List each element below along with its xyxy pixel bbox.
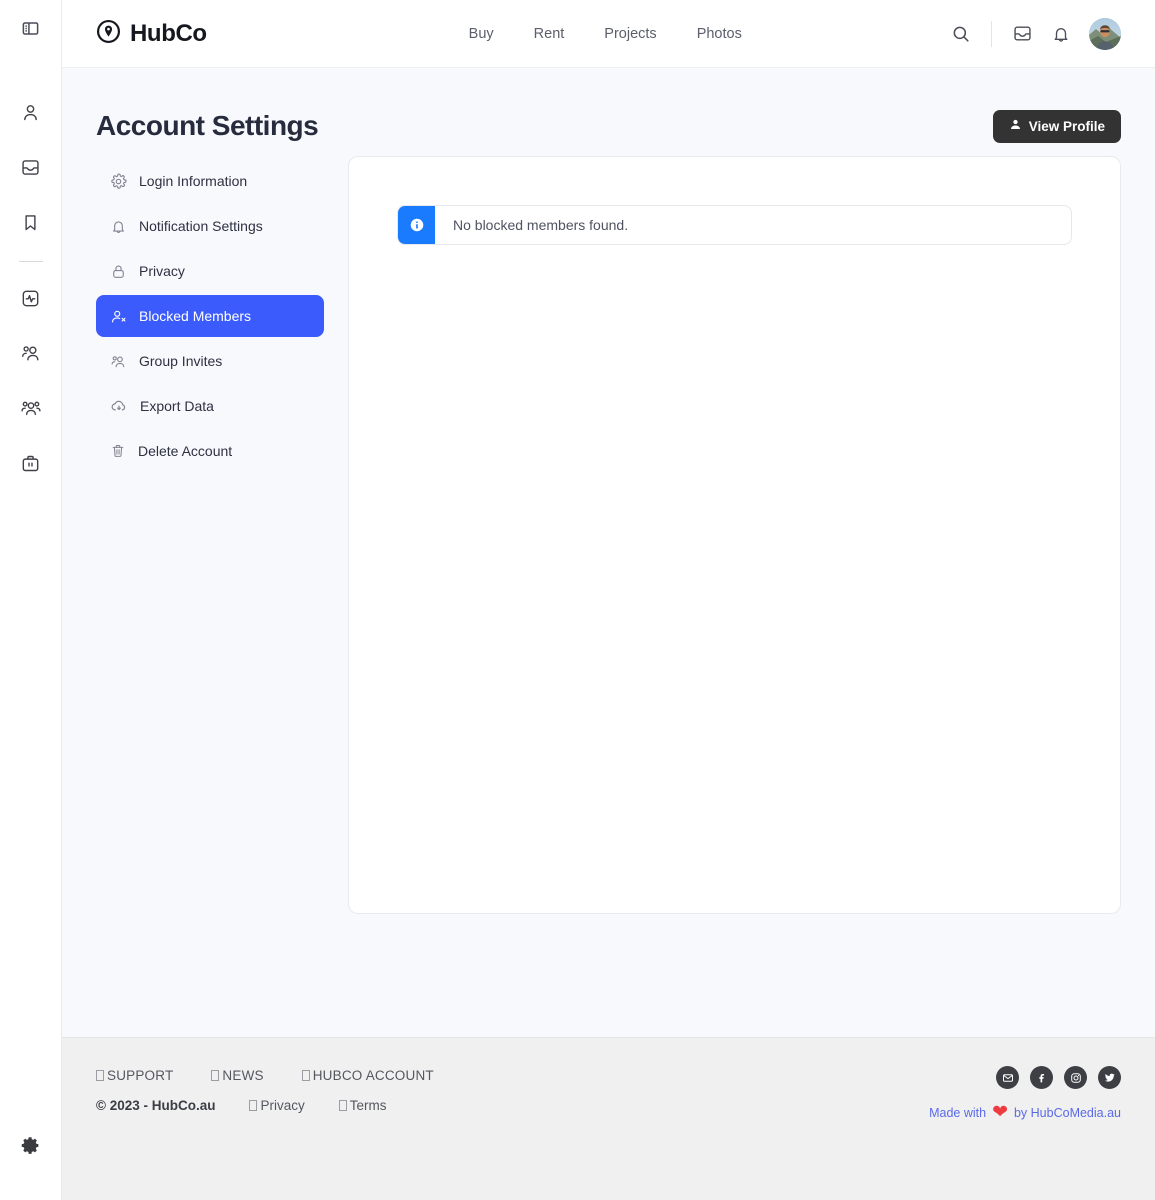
sidebar-item-group-invites[interactable]: Group Invites: [96, 340, 324, 382]
app-root: HubCo Buy Rent Projects Photos Account S…: [0, 0, 1155, 1200]
facebook-icon[interactable]: [1030, 1066, 1053, 1089]
rail-footer: [9, 1123, 53, 1200]
location-pin-icon: [96, 19, 121, 49]
box-glyph-icon: [301, 1070, 310, 1081]
icon-rail: [0, 0, 62, 1200]
box-glyph-icon: [249, 1100, 258, 1111]
footer-link-news[interactable]: NEWS: [211, 1068, 264, 1083]
gear-icon[interactable]: [9, 1123, 53, 1167]
settings-body: Login Information Notification Settings: [96, 156, 1121, 914]
sidebar-item-label: Group Invites: [139, 353, 223, 369]
nav-link-rent[interactable]: Rent: [534, 26, 565, 42]
sidebar-item-label: Notification Settings: [139, 218, 263, 234]
people-pair-icon[interactable]: [9, 331, 53, 375]
page-footer: SUPPORT NEWS HUBCO ACCOUNT © 2023 - HubC…: [62, 1037, 1155, 1200]
main-column: HubCo Buy Rent Projects Photos Account S…: [62, 0, 1155, 1200]
alert-message: No blocked members found.: [453, 217, 629, 233]
box-glyph-icon: [338, 1100, 347, 1111]
brand-name: HubCo: [130, 19, 207, 47]
footer-link-terms[interactable]: Terms: [338, 1098, 387, 1113]
box-glyph-icon: [96, 1070, 104, 1081]
made-with-credit: Made with ❤ by HubCoMedia.au: [929, 1103, 1121, 1122]
email-icon[interactable]: [996, 1066, 1019, 1089]
trash-icon: [110, 443, 126, 459]
view-profile-button[interactable]: View Profile: [992, 109, 1121, 143]
briefcase-icon[interactable]: [9, 441, 53, 485]
person-icon: [1009, 118, 1022, 134]
people-group-icon[interactable]: [9, 386, 53, 430]
top-header: HubCo Buy Rent Projects Photos: [62, 0, 1155, 68]
activity-icon[interactable]: [9, 276, 53, 320]
settings-nav: Login Information Notification Settings: [96, 156, 324, 914]
person-block-icon: [110, 308, 127, 325]
footer-link-label: SUPPORT: [107, 1068, 174, 1083]
copyright-text: © 2023 - HubCo.au: [96, 1098, 216, 1113]
view-profile-label: View Profile: [1028, 118, 1105, 134]
sidebar-item-blocked-members[interactable]: Blocked Members: [96, 295, 324, 337]
settings-panel: No blocked members found.: [348, 156, 1121, 914]
footer-link-label: HUBCO ACCOUNT: [312, 1068, 434, 1083]
sidebar-item-delete-account[interactable]: Delete Account: [96, 430, 324, 472]
info-alert: No blocked members found.: [397, 205, 1072, 245]
header-actions: [951, 17, 1121, 50]
rail-header: [0, 0, 61, 68]
footer-link-label: Privacy: [260, 1098, 305, 1113]
rail-items: [0, 68, 61, 496]
bookmark-icon[interactable]: [9, 200, 53, 244]
social-links: [929, 1066, 1121, 1089]
footer-link-support[interactable]: SUPPORT: [96, 1068, 173, 1083]
box-glyph-icon: [211, 1070, 220, 1081]
content-area: Account Settings View Profile Login Info…: [62, 68, 1155, 1037]
sidebar-item-label: Login Information: [139, 173, 248, 189]
people-pair-icon: [110, 353, 127, 370]
sidebar-item-export-data[interactable]: Export Data: [96, 385, 324, 427]
nav-link-projects[interactable]: Projects: [604, 26, 656, 42]
nav-link-photos[interactable]: Photos: [697, 26, 742, 42]
sidebar-item-label: Privacy: [139, 263, 185, 279]
inbox-icon[interactable]: [1012, 23, 1033, 44]
sidebar-item-label: Delete Account: [138, 443, 233, 459]
instagram-icon[interactable]: [1064, 1066, 1087, 1089]
footer-link-label: Terms: [349, 1098, 387, 1113]
page-header: Account Settings View Profile: [96, 68, 1121, 156]
sidebar-item-privacy[interactable]: Privacy: [96, 250, 324, 292]
person-icon[interactable]: [9, 90, 53, 134]
cloud-download-icon: [110, 397, 128, 415]
bell-icon[interactable]: [1051, 24, 1071, 44]
inbox-icon[interactable]: [9, 145, 53, 189]
avatar[interactable]: [1089, 17, 1121, 50]
top-navigation: Buy Rent Projects Photos: [469, 26, 742, 42]
made-with-suffix: by HubCoMedia.au: [1013, 1105, 1121, 1120]
footer-right: Made with ❤ by HubCoMedia.au: [929, 1066, 1121, 1122]
page-title: Account Settings: [96, 110, 319, 141]
info-icon: [398, 206, 435, 244]
sidebar-item-notification-settings[interactable]: Notification Settings: [96, 205, 324, 247]
nav-link-buy[interactable]: Buy: [469, 26, 494, 42]
twitter-icon[interactable]: [1098, 1066, 1121, 1089]
brand-logo[interactable]: HubCo: [96, 19, 207, 49]
sidebar-item-label: Blocked Members: [139, 308, 252, 324]
sidebar-item-label: Export Data: [140, 398, 214, 414]
sidebar-toggle-icon[interactable]: [9, 7, 53, 51]
search-icon[interactable]: [951, 24, 971, 44]
bell-icon: [110, 218, 127, 235]
heart-icon: ❤: [992, 1102, 1008, 1123]
made-with-prefix: Made with: [929, 1105, 987, 1120]
rail-divider: [18, 261, 43, 262]
footer-link-hubco-account[interactable]: HUBCO ACCOUNT: [301, 1068, 434, 1083]
lock-icon: [110, 263, 127, 280]
header-divider: [991, 20, 992, 47]
footer-link-privacy[interactable]: Privacy: [249, 1098, 305, 1113]
footer-link-label: NEWS: [222, 1068, 264, 1083]
sidebar-item-login-information[interactable]: Login Information: [96, 160, 324, 202]
gear-icon: [110, 173, 127, 190]
